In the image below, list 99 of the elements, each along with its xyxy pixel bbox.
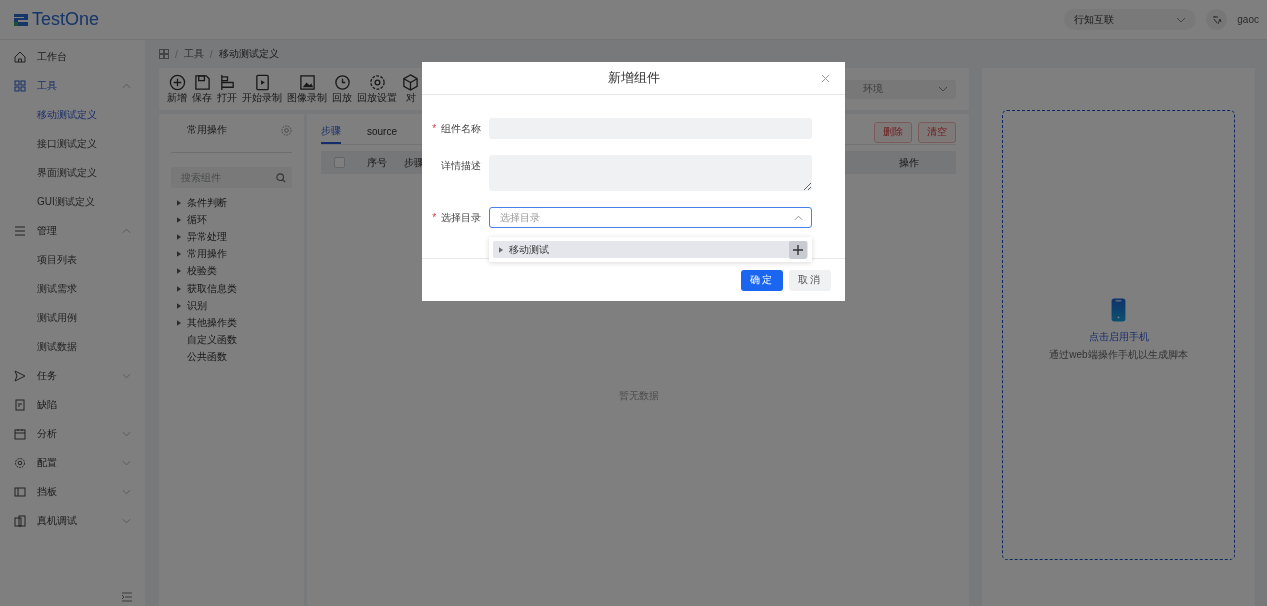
calendar-icon (14, 427, 26, 440)
cancel-button[interactable]: 取消 (789, 269, 831, 291)
sidebar-subitem[interactable]: 测试用例 (0, 303, 145, 332)
home-icon (14, 50, 26, 63)
tab[interactable]: source (367, 120, 397, 144)
toolbar-button[interactable]: 开始录制 (242, 73, 282, 105)
sidebar-subitem[interactable]: 测试数据 (0, 332, 145, 361)
toolbar-button[interactable]: 打开 (217, 73, 237, 105)
chevron-icon (938, 86, 948, 92)
user-name[interactable]: gaoc (1237, 14, 1259, 25)
enable-phone-link[interactable]: 点击启用手机 (1088, 330, 1149, 344)
tree-item[interactable]: 其他操作类 (187, 315, 237, 330)
grid-icon (14, 79, 26, 92)
tree-item[interactable]: 获取信息类 (187, 281, 237, 296)
required-mark: * (432, 123, 437, 134)
sidebar-subitem[interactable]: 测试需求 (0, 274, 145, 303)
add-icon (168, 73, 186, 91)
phone-dropzone[interactable]: 点击启用手机 通过web端操作手机以生成脚本 (1002, 110, 1235, 560)
expand-arrow-icon[interactable] (177, 199, 181, 206)
collapse-icon[interactable] (121, 592, 133, 602)
sidebar-item[interactable]: 工作台 (0, 42, 145, 71)
expand-arrow-icon[interactable] (177, 233, 181, 240)
search-icon[interactable] (276, 172, 286, 183)
expand-arrow-icon[interactable] (177, 251, 181, 258)
field-label: 选择目录 (441, 212, 481, 223)
expand-arrow-icon[interactable] (177, 319, 181, 326)
toolbar-button[interactable]: 新增 (167, 73, 187, 105)
sidebar-item[interactable]: 真机调试 (0, 506, 145, 535)
image-icon (298, 73, 316, 91)
device-icon (14, 514, 26, 527)
expand-arrow-icon[interactable] (177, 302, 181, 309)
toolbar-button[interactable]: 对 (402, 73, 419, 105)
translate-icon[interactable] (1206, 9, 1228, 30)
sidebar-item[interactable]: 任务 (0, 361, 145, 390)
tree-item[interactable]: 循环 (187, 212, 207, 227)
list-icon (14, 224, 26, 237)
column-header: 操作 (899, 155, 919, 170)
app-logo-text: TestOne (32, 9, 100, 30)
toolbar-button[interactable]: 回放设置 (357, 73, 397, 105)
select-field[interactable]: 选择目录 (489, 207, 812, 228)
document-icon (14, 398, 26, 411)
action-button[interactable]: 删除 (874, 121, 912, 143)
required-mark: * (432, 212, 437, 223)
sidebar-item[interactable]: 管理 (0, 216, 145, 245)
tree-item[interactable]: 识别 (187, 298, 207, 313)
tree-item[interactable]: 异常处理 (187, 229, 227, 244)
expand-arrow-icon[interactable] (177, 268, 181, 275)
grid-icon[interactable] (159, 49, 169, 59)
tree-item[interactable]: 常用操作 (187, 247, 227, 262)
toolbar-button[interactable]: 回放 (332, 73, 352, 105)
cube-icon (402, 73, 419, 91)
chevron-icon (1176, 16, 1187, 23)
textarea-field[interactable] (489, 155, 812, 191)
expand-arrow-icon[interactable] (499, 246, 503, 253)
sidebar-item[interactable]: 配置 (0, 448, 145, 477)
logo-icon (13, 12, 29, 27)
add-icon[interactable] (789, 240, 807, 259)
panel-title: 常用操作 (187, 123, 227, 137)
tab[interactable]: 步骤 (321, 120, 341, 144)
tree-item[interactable]: 自定义函数 (187, 333, 237, 348)
expand-arrow-icon[interactable] (177, 216, 181, 223)
dialog-title: 新增组件 (607, 69, 660, 87)
settings-icon (368, 73, 386, 91)
field-label: 详情描述 (441, 160, 481, 171)
confirm-button[interactable]: 确定 (741, 269, 783, 291)
sidebar-subitem[interactable]: 界面测试定义 (0, 158, 145, 187)
dropdown-option[interactable]: 移动测试 (493, 241, 808, 258)
expand-arrow-icon[interactable] (177, 285, 181, 292)
send-icon (14, 369, 26, 382)
sidebar-item[interactable]: 工具 (0, 71, 145, 100)
save-icon (193, 73, 211, 91)
close-icon[interactable] (821, 74, 830, 83)
phone-icon (1111, 298, 1126, 322)
caret-icon (794, 214, 803, 221)
sidebar-subitem[interactable]: 接口测试定义 (0, 129, 145, 158)
breadcrumb-separator: / (209, 48, 213, 60)
sidebar-subitem[interactable]: 项目列表 (0, 245, 145, 274)
breadcrumb-separator: / (175, 48, 178, 60)
play-icon (253, 73, 271, 91)
sidebar-item[interactable]: 缺陷 (0, 390, 145, 419)
toolbar-button[interactable]: 图像录制 (287, 73, 327, 105)
clock-icon (333, 73, 351, 91)
tree-item[interactable]: 条件判断 (187, 195, 227, 210)
tree-item[interactable]: 公共函数 (187, 350, 227, 365)
column-header: 序号 (367, 155, 387, 170)
sidebar-item[interactable]: 挡板 (0, 477, 145, 506)
sidebar-item[interactable]: 分析 (0, 419, 145, 448)
checkbox[interactable] (334, 157, 345, 168)
sidebar-subitem[interactable]: 移动测试定义 (0, 100, 145, 129)
breadcrumb-item[interactable]: 移动测试定义 (218, 47, 279, 61)
tree-item[interactable]: 校验类 (187, 264, 217, 279)
phone-hint: 通过web端操作手机以生成脚本 (1049, 348, 1188, 362)
panel-icon (14, 485, 26, 498)
action-button[interactable]: 清空 (918, 121, 956, 143)
toolbar-button[interactable]: 保存 (192, 73, 212, 105)
workspace-select[interactable]: 行知互联 (1064, 9, 1197, 30)
settings-icon (14, 456, 26, 469)
field-label: 组件名称 (441, 123, 481, 134)
sidebar-subitem[interactable]: GUI测试定义 (0, 187, 145, 216)
